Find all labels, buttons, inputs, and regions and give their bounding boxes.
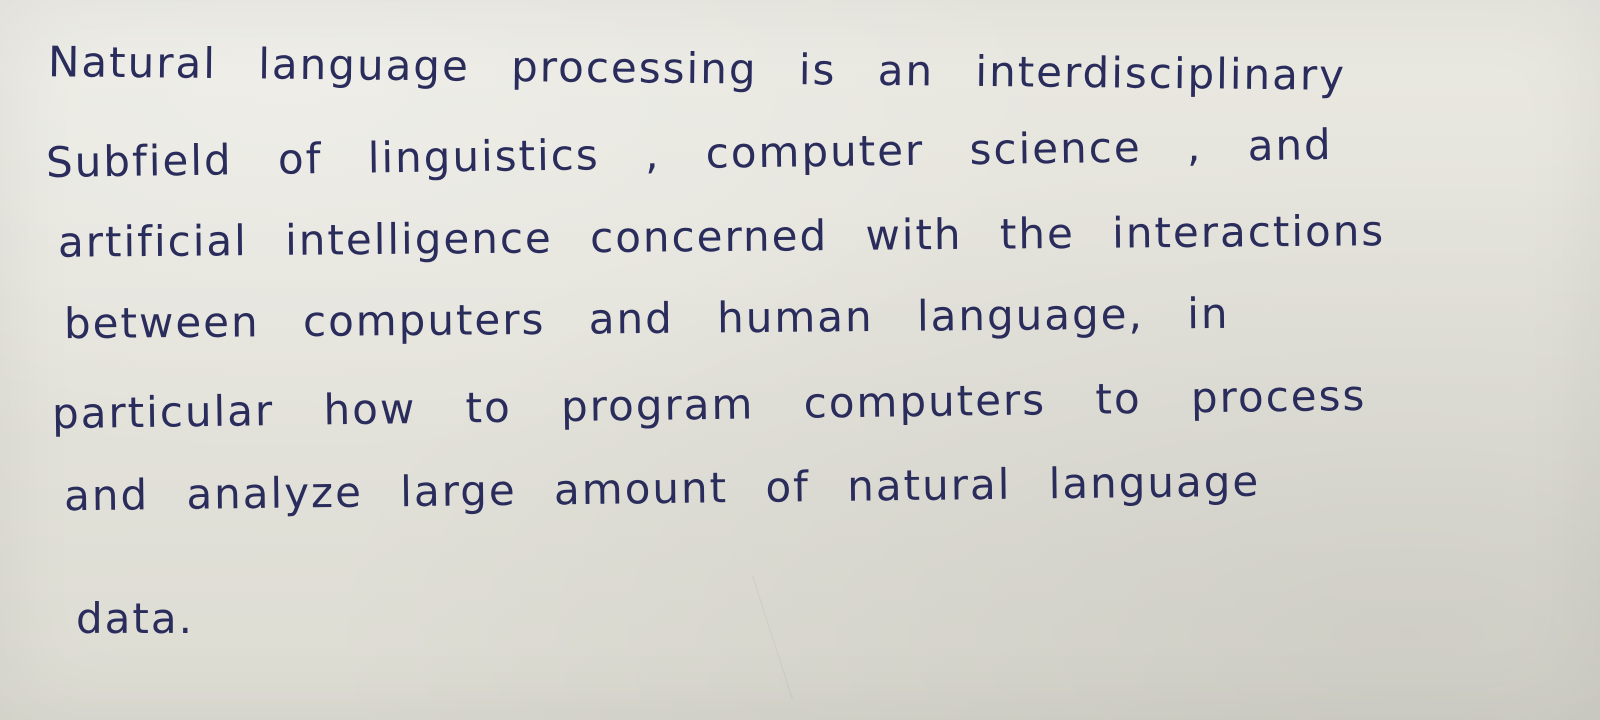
note-line-6: and analyze large amount of natural lang… xyxy=(63,456,1261,521)
note-line-5: particular how to program computers to p… xyxy=(51,370,1367,439)
paper-shading xyxy=(0,0,1600,720)
handwritten-note-page: Natural language processing is an interd… xyxy=(0,0,1600,720)
note-line-7: data. xyxy=(76,594,194,643)
note-line-4: between computers and human language, in xyxy=(63,288,1230,349)
paper-crease xyxy=(751,550,870,700)
note-line-1: Natural language processing is an interd… xyxy=(47,37,1347,100)
note-line-3: artificial intelligence concerned with t… xyxy=(57,206,1386,267)
note-line-2: Subfield of linguistics , computer scien… xyxy=(45,120,1333,187)
